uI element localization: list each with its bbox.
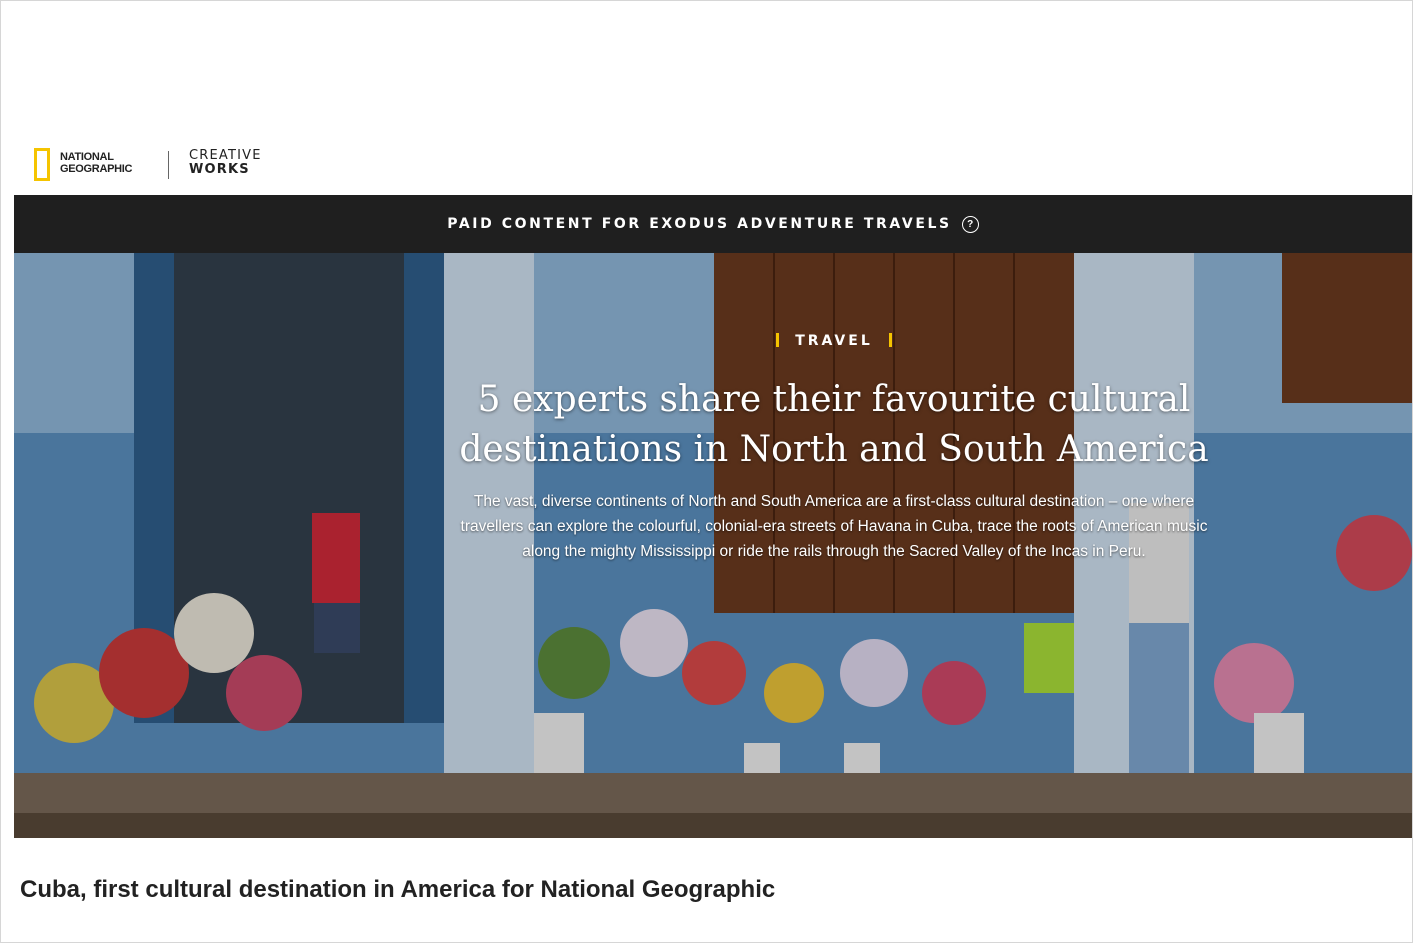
kicker-accent-left	[776, 333, 780, 347]
article-headline[interactable]: 5 experts share their favourite cultural…	[434, 375, 1234, 475]
article-standfirst: The vast, diverse continents of North an…	[460, 493, 1208, 560]
creative-works-wordmark[interactable]: CREATIVE WORKS	[189, 149, 262, 177]
brand-line-1: NATIONAL	[60, 151, 114, 163]
hero-image: TRAVEL 5 experts share their favourite c…	[14, 253, 1412, 838]
category-kicker[interactable]: TRAVEL	[434, 333, 1234, 349]
image-caption: Cuba, first cultural destination in Amer…	[20, 876, 776, 903]
logo-divider	[168, 151, 169, 179]
partner-line-1: CREATIVE	[189, 148, 262, 163]
logo-bar: NATIONAL GEOGRAPHIC CREATIVE WORKS	[14, 145, 1412, 195]
kicker-accent-right	[888, 333, 892, 347]
national-geographic-wordmark[interactable]: NATIONAL GEOGRAPHIC	[60, 151, 132, 175]
national-geographic-logo-icon[interactable]	[34, 148, 50, 181]
hero-content: TRAVEL 5 experts share their favourite c…	[434, 333, 1234, 564]
headline-line-2: destinations in North and South America	[459, 429, 1209, 470]
headline-line-1: 5 experts share their favourite cultural	[477, 379, 1191, 420]
sponsor-text: PAID CONTENT FOR EXODUS ADVENTURE TRAVEL…	[447, 216, 952, 232]
brand-line-2: GEOGRAPHIC	[60, 163, 133, 175]
kicker-label: TRAVEL	[795, 333, 873, 349]
sponsor-bar: PAID CONTENT FOR EXODUS ADVENTURE TRAVEL…	[14, 195, 1412, 253]
partner-line-2: WORKS	[189, 162, 250, 177]
question-circle-icon[interactable]: ?	[961, 215, 979, 233]
